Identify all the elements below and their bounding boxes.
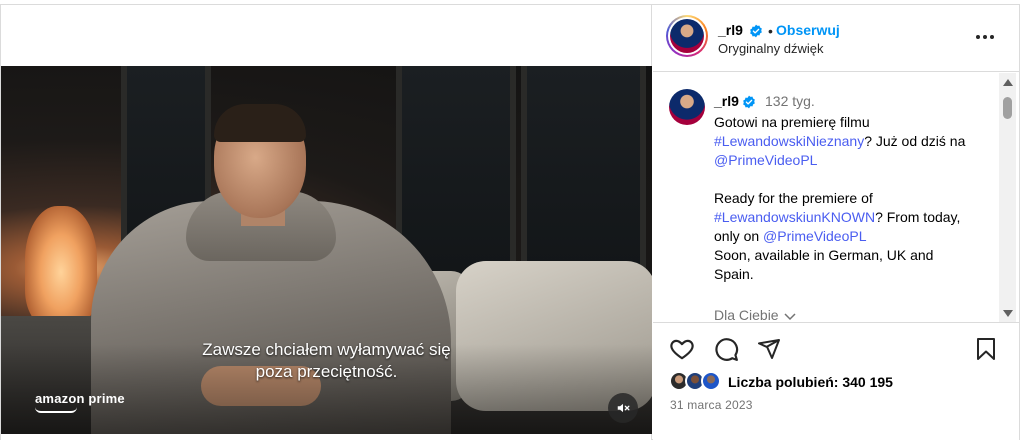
follow-button[interactable]: Obserwuj (776, 22, 840, 38)
scroll-thumb[interactable] (1003, 97, 1012, 119)
amazon-smile-logo (35, 407, 77, 413)
amazon-prime-logo: amazon prime (35, 391, 125, 406)
header-username[interactable]: _rl9 (718, 22, 743, 38)
for-you-label: Dla Ciebie (714, 307, 779, 323)
instagram-post: Zawsze chciałem wyłamywać się poza przec… (0, 0, 1020, 442)
liker-avatar (701, 371, 721, 391)
audio-label[interactable]: Oryginalny dźwięk (718, 41, 824, 56)
comment-icon (715, 338, 739, 361)
post-header: _rl9 • Obserwuj Oryginalny dźwięk (653, 5, 1019, 72)
for-you-toggle[interactable]: Dla Ciebie (714, 307, 797, 323)
heart-icon (670, 339, 694, 360)
caption-line: Soon, available in German, UK and (714, 247, 934, 263)
mute-icon (617, 403, 630, 413)
verified-icon (750, 24, 762, 38)
caption-line: ? Już od dziś na (864, 133, 966, 149)
post-date[interactable]: 31 marca 2023 (670, 398, 753, 412)
video-subtitle-line-1: Zawsze chciałem wyłamywać się (202, 340, 451, 359)
mention-link[interactable]: @PrimeVideoPL (714, 152, 817, 168)
salt-lamp (25, 206, 97, 326)
post-actions (653, 335, 1019, 365)
caption-line: ? From today, (875, 209, 961, 225)
avatar-story-ring[interactable] (666, 15, 708, 57)
scroll-down-arrow[interactable] (1003, 310, 1013, 317)
bookmark-icon (977, 338, 995, 360)
likes-row[interactable]: Liczba polubień: 340 195 (669, 371, 1009, 393)
caption-scrollbar[interactable] (999, 73, 1016, 322)
post-side-panel: _rl9 • Obserwuj Oryginalny dźwięk _rl9 1… (653, 5, 1019, 440)
scroll-up-arrow[interactable] (1003, 79, 1013, 86)
share-button[interactable] (755, 335, 783, 363)
caption-line: Ready for the premiere of (714, 190, 873, 206)
caption-line: Gotowi na premierę filmu (714, 114, 870, 130)
caption-username[interactable]: _rl9 (714, 93, 739, 109)
video-subtitle-line-2: poza przeciętność. (255, 362, 398, 381)
avatar (670, 19, 704, 53)
caption-time-ago[interactable]: 132 tyg. (765, 93, 815, 109)
video-player[interactable]: Zawsze chciałem wyłamywać się poza przec… (1, 66, 652, 434)
caption-avatar[interactable] (669, 89, 705, 125)
like-button[interactable] (668, 335, 696, 363)
likes-count[interactable]: Liczba polubień: 340 195 (728, 374, 893, 390)
verified-icon (743, 95, 755, 109)
caption-area: _rl9 132 tyg. Gotowi na premierę filmu #… (653, 73, 1019, 323)
caption-line: Spain. (714, 266, 754, 282)
more-options-icon[interactable] (976, 29, 996, 45)
media-panel: Zawsze chciałem wyłamywać się poza przec… (1, 5, 652, 440)
mention-link[interactable]: @PrimeVideoPL (763, 228, 866, 244)
caption-text: Gotowi na premierę filmu #LewandowskiNie… (714, 113, 994, 284)
chevron-down-icon (784, 313, 797, 321)
caption-line: only on (714, 228, 764, 244)
hashtag-link[interactable]: #LewandowskiNieznany (714, 133, 864, 149)
save-button[interactable] (972, 335, 1000, 363)
mute-button[interactable] (608, 393, 638, 423)
person-hair (214, 104, 306, 142)
comment-button[interactable] (712, 335, 740, 363)
hashtag-link[interactable]: #LewandowskiunKNOWN (714, 209, 875, 225)
header-separator: • (768, 23, 773, 39)
share-icon (758, 339, 780, 359)
